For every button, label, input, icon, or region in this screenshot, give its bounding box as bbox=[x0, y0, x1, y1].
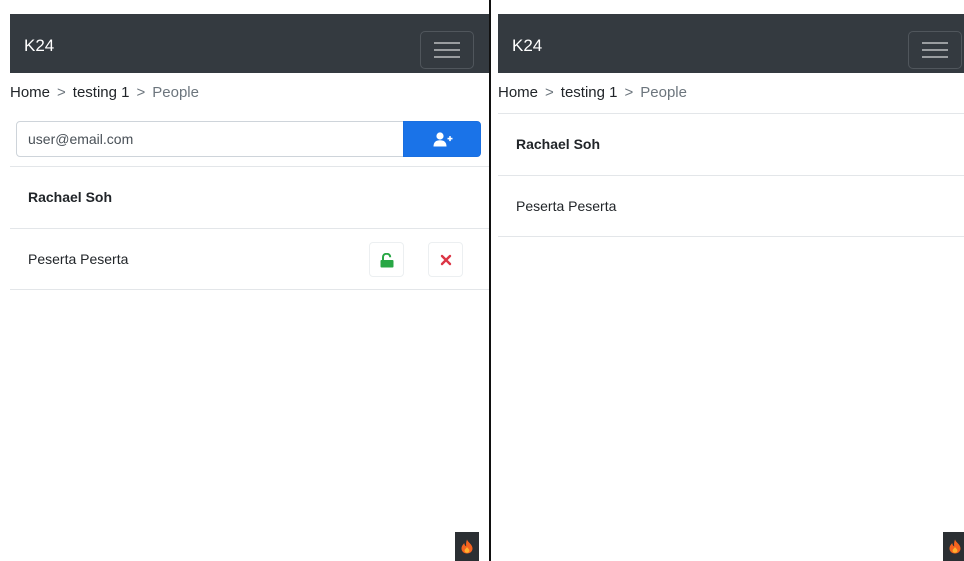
add-user-button[interactable] bbox=[403, 121, 481, 157]
breadcrumb-separator: > bbox=[624, 84, 634, 101]
list-item: Rachael Soh bbox=[10, 166, 489, 228]
unlock-icon bbox=[380, 253, 394, 268]
person-name: Peserta Peserta bbox=[28, 251, 129, 267]
breadcrumb-separator: > bbox=[545, 84, 554, 101]
fire-badge[interactable] bbox=[943, 532, 964, 561]
screen-divider bbox=[489, 0, 491, 561]
person-name: Peserta Peserta bbox=[516, 198, 617, 214]
breadcrumb-course[interactable]: testing 1 bbox=[561, 84, 618, 101]
email-input[interactable] bbox=[16, 121, 404, 157]
breadcrumb: Home > testing 1 > People bbox=[498, 84, 687, 101]
person-name: Rachael Soh bbox=[28, 189, 113, 205]
close-icon bbox=[440, 254, 452, 266]
breadcrumb-current: People bbox=[152, 84, 199, 101]
breadcrumb-home[interactable]: Home bbox=[498, 84, 538, 101]
unlock-button[interactable] bbox=[369, 242, 404, 277]
fire-icon bbox=[949, 539, 961, 554]
list-item: Peserta Peserta bbox=[10, 228, 489, 290]
breadcrumb: Home > testing 1 > People bbox=[10, 84, 199, 101]
breadcrumb-course[interactable]: testing 1 bbox=[73, 84, 130, 101]
list-item: Peserta Peserta bbox=[498, 175, 964, 237]
remove-button[interactable] bbox=[428, 242, 463, 277]
brand-link[interactable]: K24 bbox=[512, 36, 542, 56]
fire-icon bbox=[461, 539, 473, 554]
breadcrumb-separator: > bbox=[57, 84, 66, 101]
people-list: Rachael Soh Peserta Peserta bbox=[10, 166, 489, 290]
list-item: Rachael Soh bbox=[498, 113, 964, 175]
person-name: Rachael Soh bbox=[516, 136, 601, 152]
left-screen: K24 Home > testing 1 > People Rachael Soh Pe… bbox=[10, 0, 489, 561]
breadcrumb-separator: > bbox=[136, 84, 146, 101]
navbar: K24 bbox=[498, 14, 964, 73]
right-screen: K24 Home > testing 1 > People Rachael Soh Pe… bbox=[498, 0, 964, 561]
people-list: Rachael Soh Peserta Peserta bbox=[498, 113, 964, 237]
fire-badge[interactable] bbox=[455, 532, 479, 561]
hamburger-menu-icon bbox=[434, 42, 460, 44]
navbar: K24 bbox=[10, 14, 489, 73]
hamburger-menu-icon bbox=[922, 42, 948, 44]
brand-link[interactable]: K24 bbox=[24, 36, 54, 56]
breadcrumb-home[interactable]: Home bbox=[10, 84, 50, 101]
hamburger-menu-button[interactable] bbox=[420, 31, 474, 69]
add-user-form bbox=[16, 121, 481, 157]
breadcrumb-current: People bbox=[640, 84, 687, 101]
top-gap bbox=[0, 0, 964, 14]
add-user-icon bbox=[433, 132, 453, 147]
hamburger-menu-button[interactable] bbox=[908, 31, 962, 69]
